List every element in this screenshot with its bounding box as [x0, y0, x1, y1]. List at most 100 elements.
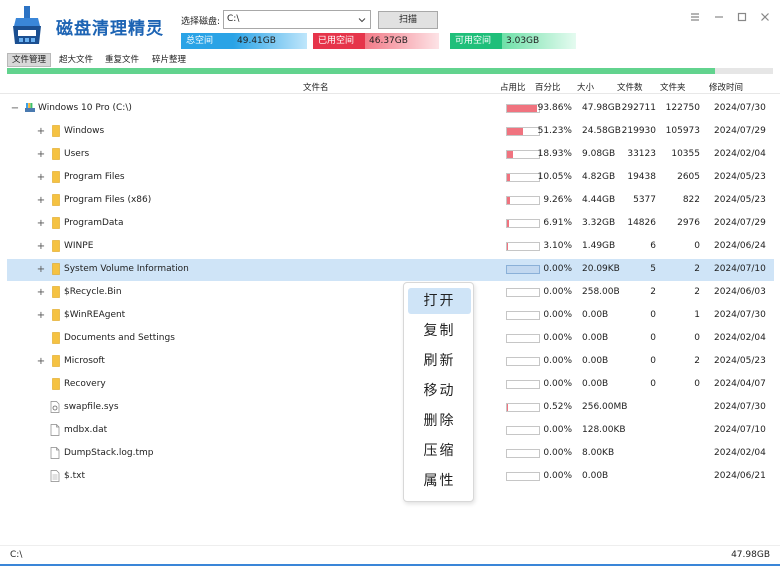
table-row[interactable]: + System Volume Information 0.00% 20.09KB 5 2…: [7, 259, 774, 281]
table-row[interactable]: DumpStack.log.tmp 0.00% 8.00KB 2024/02/04: [0, 443, 774, 465]
row-percent: 0.00%: [543, 448, 572, 458]
used-space-label: 已用空间: [313, 33, 365, 49]
row-modified: 2024/02/04: [714, 333, 766, 343]
row-folder-count: 105973: [665, 126, 700, 136]
row-modified: 2024/07/10: [714, 425, 766, 435]
minimize-icon[interactable]: [712, 10, 726, 24]
folder-icon: [52, 148, 60, 163]
app-logo-icon: [13, 6, 41, 44]
table-row[interactable]: + $Recycle.Bin 0.00% 258.00B 2 2 2024/06/03: [0, 282, 774, 304]
row-size: 47.98GB: [582, 103, 621, 113]
expand-icon[interactable]: +: [36, 241, 46, 252]
expand-icon[interactable]: +: [36, 149, 46, 160]
usage-ratio-fill: [507, 128, 524, 135]
row-modified: 2024/05/23: [714, 172, 766, 182]
column-percent[interactable]: 百分比: [535, 81, 561, 93]
context-properties[interactable]: 属性: [408, 468, 471, 494]
close-icon[interactable]: [758, 10, 772, 24]
row-percent: 0.00%: [543, 333, 572, 343]
row-file-count: 19438: [627, 172, 656, 182]
table-row[interactable]: swapfile.sys 0.52% 256.00MB 2024/07/30: [0, 397, 774, 419]
row-folder-count: 0: [694, 241, 700, 251]
row-size: 4.44GB: [582, 195, 616, 205]
row-file-count: 6: [650, 241, 656, 251]
table-row[interactable]: + Program Files (x86) 9.26% 4.44GB 5377 822 20…: [0, 190, 774, 212]
disk-select[interactable]: C:\: [223, 10, 371, 29]
usage-ratio-bar: [506, 334, 540, 343]
folder-icon: [52, 286, 60, 301]
total-space-value: 49.41GB: [233, 33, 307, 49]
row-folder-count: 2: [694, 287, 700, 297]
table-row[interactable]: + Windows 51.23% 24.58GB 219930 105973 2024/07…: [0, 121, 774, 143]
table-row[interactable]: + Program Files 10.05% 4.82GB 19438 2605 2024/…: [0, 167, 774, 189]
expand-icon[interactable]: +: [36, 287, 46, 298]
tab-file-manager[interactable]: 文件管理: [7, 53, 52, 67]
row-size: 0.00B: [582, 356, 609, 366]
row-percent: 0.00%: [543, 425, 572, 435]
row-folder-count: 822: [682, 195, 700, 205]
tab-large-files[interactable]: 超大文件: [55, 53, 97, 67]
column-folder-count[interactable]: 文件夹: [660, 81, 686, 93]
context-compress[interactable]: 压缩: [408, 438, 471, 464]
context-open[interactable]: 打开: [408, 288, 471, 314]
column-ratio[interactable]: 占用比: [500, 81, 526, 93]
table-row[interactable]: + Users 18.93% 9.08GB 33123 10355 2024/02/04: [0, 144, 774, 166]
row-name: Users: [64, 149, 90, 159]
expand-icon[interactable]: +: [36, 126, 46, 137]
expand-icon[interactable]: +: [36, 356, 46, 367]
table-row[interactable]: + Microsoft 0.00% 0.00B 0 2 2024/05/23: [0, 351, 774, 373]
row-size: 128.00KB: [582, 425, 626, 435]
table-row[interactable]: + $WinREAgent 0.00% 0.00B 0 1 2024/07/30: [0, 305, 774, 327]
drive-icon: [24, 102, 36, 117]
row-name: Program Files: [64, 172, 125, 182]
expand-icon[interactable]: +: [36, 195, 46, 206]
scan-button[interactable]: 扫描: [378, 11, 438, 29]
collapse-icon[interactable]: −: [10, 103, 20, 114]
context-move[interactable]: 移动: [408, 378, 471, 404]
row-name: Recovery: [64, 379, 106, 389]
context-refresh[interactable]: 刷新: [408, 348, 471, 374]
row-file-count: 2: [650, 287, 656, 297]
row-folder-count: 1: [694, 310, 700, 320]
row-percent: 0.00%: [543, 356, 572, 366]
column-name[interactable]: 文件名: [303, 81, 329, 93]
row-name: WINPE: [64, 241, 94, 251]
tab-defragment[interactable]: 碎片整理: [148, 53, 190, 67]
table-row[interactable]: $.txt 0.00% 0.00B 2024/06/21: [0, 466, 774, 488]
column-file-count[interactable]: 文件数: [617, 81, 643, 93]
row-file-count: 0: [650, 333, 656, 343]
status-size: 47.98GB: [731, 550, 770, 560]
row-size: 4.82GB: [582, 172, 616, 182]
tab-duplicate-files[interactable]: 重复文件: [101, 53, 143, 67]
expand-icon[interactable]: +: [36, 218, 46, 229]
usage-ratio-bar: [506, 242, 540, 251]
free-space-value: 3.03GB: [502, 33, 576, 49]
table-row[interactable]: + WINPE 3.10% 1.49GB 6 0 2024/06/24: [0, 236, 774, 258]
row-size: 1.49GB: [582, 241, 616, 251]
maximize-icon[interactable]: [735, 10, 749, 24]
row-modified: 2024/06/21: [714, 471, 766, 481]
chevron-down-icon: [358, 18, 366, 23]
expand-icon[interactable]: +: [36, 172, 46, 183]
expand-icon[interactable]: +: [36, 264, 46, 275]
column-size[interactable]: 大小: [577, 81, 594, 93]
table-row[interactable]: Documents and Settings 0.00% 0.00B 0 0 2024/0…: [0, 328, 774, 350]
row-name: $WinREAgent: [64, 310, 126, 320]
usage-ratio-bar: [506, 104, 540, 113]
row-size: 20.09KB: [582, 264, 620, 274]
column-modified[interactable]: 修改时间: [709, 81, 743, 93]
table-row[interactable]: mdbx.dat 0.00% 128.00KB 2024/07/10: [0, 420, 774, 442]
expand-icon[interactable]: +: [36, 310, 46, 321]
context-delete[interactable]: 删除: [408, 408, 471, 434]
usage-ratio-bar: [506, 357, 540, 366]
table-row[interactable]: − Windows 10 Pro (C:\) 93.86% 47.98GB 292711…: [0, 98, 774, 120]
row-percent: 9.26%: [543, 195, 572, 205]
context-copy[interactable]: 复制: [408, 318, 471, 344]
tab-bar: 文件管理 超大文件 重复文件 碎片整理: [0, 53, 780, 67]
row-modified: 2024/07/30: [714, 103, 766, 113]
row-size: 3.32GB: [582, 218, 616, 228]
table-row[interactable]: Recovery 0.00% 0.00B 0 0 2024/04/07: [0, 374, 774, 396]
row-modified: 2024/07/30: [714, 402, 766, 412]
menu-icon[interactable]: [688, 10, 702, 24]
table-row[interactable]: + ProgramData 6.91% 3.32GB 14826 2976 2024/07/…: [0, 213, 774, 235]
